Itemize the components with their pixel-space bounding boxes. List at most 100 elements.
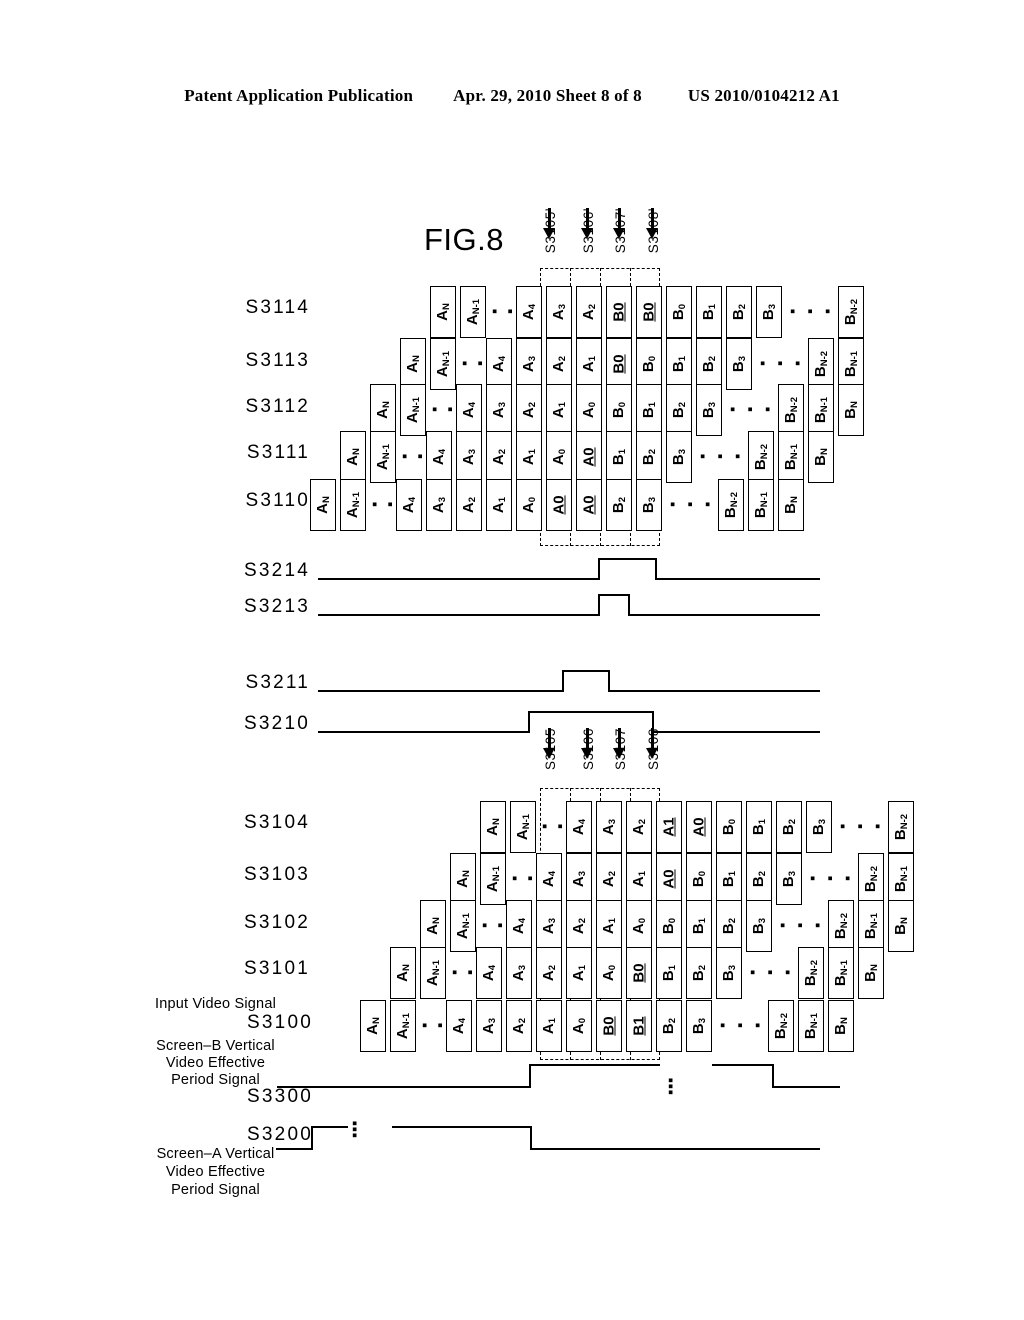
cell-label: B3 — [700, 401, 718, 419]
cell-label: B3 — [640, 496, 658, 514]
data-cell: A1 — [566, 947, 592, 999]
cell-label: AN — [484, 818, 502, 836]
cell-label: BN — [812, 448, 830, 466]
data-cell: BN-2 — [828, 900, 854, 952]
data-cell: A0 — [656, 853, 682, 905]
cell-label: B0 — [720, 818, 738, 836]
arrow-head-icon — [646, 748, 658, 759]
cell-label: A1 — [550, 401, 568, 419]
data-cell: BN-1 — [828, 947, 854, 999]
arrow-shaft — [586, 728, 589, 750]
cell-label: B3 — [750, 917, 768, 935]
cell-label: B2 — [730, 303, 748, 321]
ellipsis: ▪ ▪ — [462, 355, 486, 372]
data-cell: B3 — [746, 900, 772, 952]
row-label-s3114: S3114 — [245, 297, 310, 318]
data-cell: B0 — [606, 384, 632, 436]
waveform-edge — [598, 594, 601, 617]
cell-label: BN-2 — [842, 298, 860, 326]
cell-label: B2 — [780, 818, 798, 836]
cell-label: AN-1 — [374, 443, 392, 471]
cell-label: A2 — [550, 355, 568, 373]
data-cell: AN — [360, 1000, 386, 1052]
arrow-shaft — [548, 728, 551, 750]
ellipsis: ▪ ▪ — [402, 448, 426, 465]
data-cell: BN-2 — [888, 801, 914, 853]
cell-label: A2 — [490, 448, 508, 466]
arrow-shaft — [548, 208, 551, 230]
cell-label: B3 — [730, 355, 748, 373]
cell-label: A0 — [580, 495, 598, 515]
cell-label: A0 — [630, 917, 648, 935]
data-cell: B3 — [716, 947, 742, 999]
arrow-shaft — [618, 728, 621, 750]
data-cell: B2 — [606, 479, 632, 531]
cell-label: A2 — [570, 917, 588, 935]
cell-label: A0 — [580, 401, 598, 419]
arrow-shaft — [651, 208, 654, 230]
arrow-head-icon — [543, 228, 555, 239]
data-cell: A4 — [516, 286, 542, 338]
cell-label: A0 — [550, 495, 568, 515]
cell-label: B3 — [670, 448, 688, 466]
data-cell: A2 — [566, 900, 592, 952]
cell-label: B1 — [670, 355, 688, 373]
data-cell: BN-1 — [798, 1000, 824, 1052]
data-cell: AN — [480, 801, 506, 853]
data-cell: B0 — [606, 286, 632, 338]
cell-label: AN-1 — [344, 491, 362, 519]
data-cell: BN-1 — [748, 479, 774, 531]
waveform-edge — [598, 558, 601, 581]
cell-label: B1 — [660, 964, 678, 982]
data-cell: B2 — [666, 384, 692, 436]
data-cell: AN — [450, 853, 476, 905]
data-cell: B0 — [636, 286, 662, 338]
data-cell: BN-2 — [798, 947, 824, 999]
cell-label: BN — [782, 496, 800, 514]
ellipsis: ▪ ▪ ▪ — [790, 303, 835, 320]
data-cell: BN — [778, 479, 804, 531]
cell-label: A0 — [520, 496, 538, 514]
cell-label: B2 — [720, 917, 738, 935]
data-cell: A4 — [396, 479, 422, 531]
cell-label: A3 — [430, 496, 448, 514]
data-cell: BN-2 — [858, 853, 884, 905]
data-cell: A2 — [626, 801, 652, 853]
data-cell: BN-2 — [768, 1000, 794, 1052]
cell-label: AN — [374, 401, 392, 419]
cell-label: AN-1 — [454, 912, 472, 940]
screen-b-label-line2: Video Effective — [165, 1055, 266, 1071]
cell-label: A3 — [460, 448, 478, 466]
data-cell: BN-1 — [778, 431, 804, 483]
waveform-segment — [318, 731, 528, 734]
cell-label: A4 — [570, 818, 588, 836]
data-cell: B1 — [686, 900, 712, 952]
cell-label: B0 — [670, 303, 688, 321]
arrow-head-icon — [581, 748, 593, 759]
cell-label: B3 — [720, 964, 738, 982]
ellipsis: ▪ ▪ ▪ — [730, 401, 775, 418]
data-cell: BN-1 — [808, 384, 834, 436]
ellipsis: ▪ ▪ — [422, 1017, 446, 1034]
data-cell: B1 — [746, 801, 772, 853]
cell-label: AN — [424, 917, 442, 935]
waveform-segment — [608, 690, 820, 693]
waveform-segment — [311, 1126, 348, 1129]
waveform-edge — [311, 1126, 314, 1151]
cell-label: A2 — [510, 1017, 528, 1035]
row-label-s3111: S3111 — [246, 442, 310, 463]
waveform-ellipsis: ▪ ▪ ▪ — [668, 1072, 679, 1101]
row-label-s3103: S3103 — [244, 864, 310, 885]
data-cell: AN-1 — [400, 384, 426, 436]
data-cell: A3 — [426, 479, 452, 531]
data-cell: A2 — [456, 479, 482, 531]
input-video-signal-label: Input Video Signal — [154, 996, 277, 1012]
data-cell: A1 — [536, 1000, 562, 1052]
data-cell: B3 — [776, 853, 802, 905]
data-cell: B0 — [596, 1000, 622, 1052]
data-cell: A2 — [546, 338, 572, 390]
waveform-segment — [530, 1148, 820, 1151]
data-cell: A3 — [566, 853, 592, 905]
data-cell: BN-2 — [748, 431, 774, 483]
waveform-segment — [652, 731, 820, 734]
